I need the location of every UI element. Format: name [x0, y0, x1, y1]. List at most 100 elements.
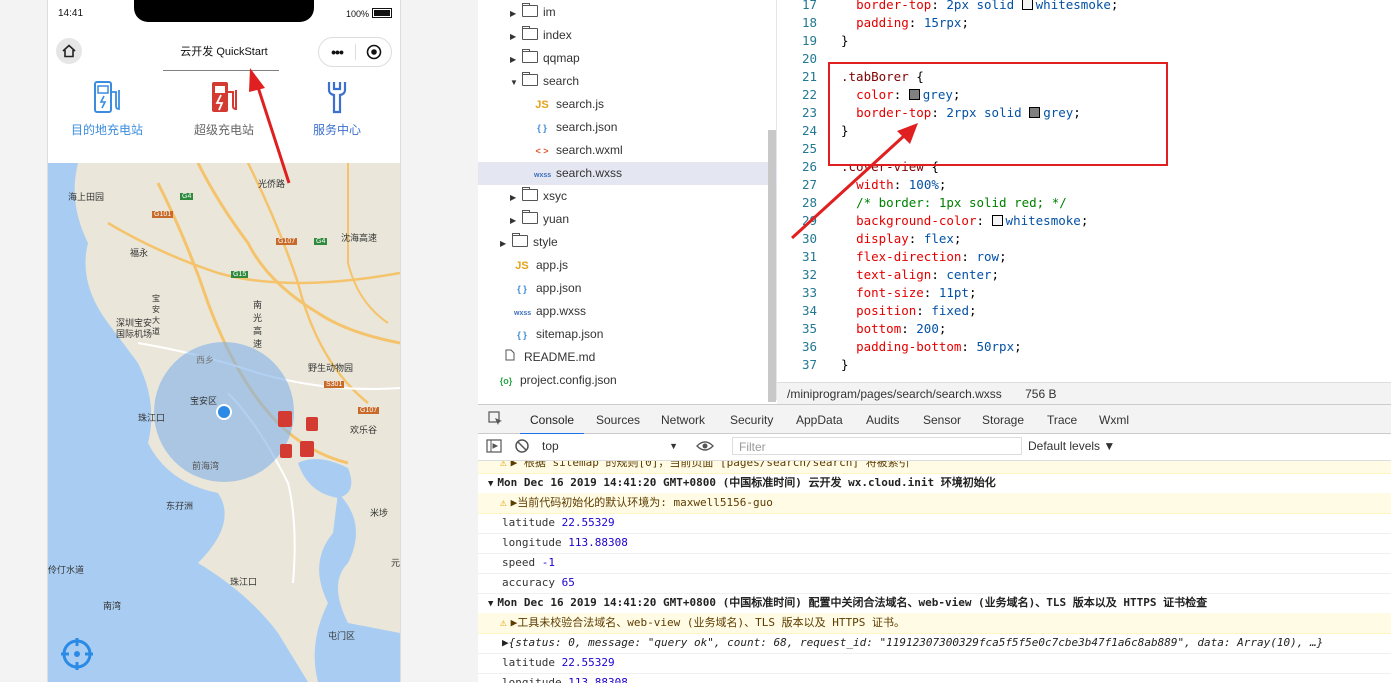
chevron-right-icon: ▶: [510, 55, 517, 64]
line-number: 30: [801, 231, 817, 246]
filter-input[interactable]: Filter: [732, 437, 1022, 455]
code-line[interactable]: 29 background-color: whitesmoke;: [777, 212, 1088, 230]
code-editor[interactable]: 17 border-top: 2px solid whitesmoke; 18 p…: [777, 0, 1391, 382]
line-number: 31: [801, 249, 817, 264]
tree-file-app-js[interactable]: JS app.js: [478, 254, 804, 277]
locate-button[interactable]: [60, 637, 94, 671]
console-log[interactable]: latitude 22.55329: [478, 513, 1391, 534]
file-tree: ▶ im ▶ index ▶ qqmap ▼ search JS search.js { …: [478, 0, 824, 400]
console-warning[interactable]: ⚠ ▶当前代码初始化的默认环境为: maxwell5156-guo: [478, 493, 1391, 514]
tree-label: im: [543, 5, 556, 19]
map-label: 伶仃水道: [48, 565, 85, 575]
tab-sources[interactable]: Sources: [596, 405, 640, 433]
console-log[interactable]: accuracy 65: [478, 573, 1391, 594]
tab-storage[interactable]: Storage: [982, 405, 1024, 433]
battery-status: 100%: [346, 8, 392, 19]
tree-folder-im[interactable]: ▶ im: [478, 1, 800, 24]
map-view[interactable]: 光侨路 海上田园 福永 沈海高速 南光高速 深圳宝安国际机场 西乡 野生动物园 …: [48, 163, 400, 682]
code-token: :: [893, 177, 909, 192]
console-warning[interactable]: ⚠ ▶工具未校验合法域名、web-view (业务域名)、TLS 版本以及 HTT…: [478, 613, 1391, 634]
console-log[interactable]: longitude 113.88308: [478, 533, 1391, 554]
log-key: speed: [502, 556, 536, 569]
tab-network[interactable]: Network: [661, 405, 705, 433]
console-group-header[interactable]: ▼ Mon Dec 16 2019 14:41:20 GMT+0800 (中国标准…: [478, 593, 1391, 614]
line-number: 25: [801, 141, 817, 156]
highway-shield: G4: [180, 193, 194, 200]
tree-label: search.json: [556, 120, 618, 134]
console-text: ▶当前代码初始化的默认环境为: maxwell5156-guo: [510, 496, 773, 509]
tree-file-readme[interactable]: README.md: [478, 346, 792, 369]
tab-trace[interactable]: Trace: [1047, 405, 1077, 433]
code-line[interactable]: 33 font-size: 11pt;: [777, 284, 977, 302]
line-number: 37: [801, 357, 817, 372]
tree-folder-xsyc[interactable]: ▶ xsyc: [478, 185, 800, 208]
code-token: ;: [1014, 339, 1022, 354]
tree-file-app-wxss[interactable]: wxss app.wxss: [478, 300, 804, 323]
console-text: ▶{status: 0, message: "query ok", count:…: [502, 636, 1324, 649]
console-output[interactable]: ⚠ ▶ 根据 sitemap 的规则[0]，当前页面 [pages/search/…: [478, 461, 1391, 683]
code-token: :: [908, 231, 924, 246]
tree-file-sitemap-json[interactable]: { } sitemap.json: [478, 323, 804, 346]
tab-audits[interactable]: Audits: [866, 405, 899, 433]
log-key: latitude: [502, 516, 555, 529]
wxml-file-icon: < >: [535, 146, 549, 156]
close-button[interactable]: [356, 44, 391, 60]
code-line[interactable]: 19}: [777, 32, 849, 50]
code-line[interactable]: 37}: [777, 356, 849, 374]
code-line[interactable]: 35 bottom: 200;: [777, 320, 946, 338]
console-group-header[interactable]: ▼ Mon Dec 16 2019 14:41:20 GMT+0800 (中国标准…: [478, 473, 1391, 494]
tree-file-search-js[interactable]: JS search.js: [478, 93, 824, 116]
code-token: 11pt: [938, 285, 969, 300]
code-token: /* border: 1px solid red; */: [856, 195, 1067, 210]
tree-file-project-config[interactable]: {o} project.config.json: [478, 369, 788, 392]
log-levels-dropdown[interactable]: Default levels ▼: [1028, 437, 1115, 455]
code-token: bottom: [856, 321, 902, 336]
more-button[interactable]: •••: [319, 44, 355, 60]
code-line[interactable]: 17 border-top: 2px solid whitesmoke;: [777, 0, 1118, 14]
code-line[interactable]: 30 display: flex;: [777, 230, 962, 248]
tab-service-center[interactable]: 服务中心: [282, 80, 392, 138]
tab-security[interactable]: Security: [730, 405, 773, 433]
code-line[interactable]: 34 position: fixed;: [777, 302, 977, 320]
eye-icon[interactable]: [696, 438, 714, 457]
tab-destination-charging[interactable]: 目的地充电站: [52, 80, 162, 138]
context-select[interactable]: top ▼: [542, 437, 682, 455]
tree-label: app.wxss: [536, 304, 587, 318]
console-object[interactable]: ▶{status: 0, message: "query ok", count:…: [478, 633, 1391, 654]
tab-sensor[interactable]: Sensor: [923, 405, 961, 433]
code-line[interactable]: 28 /* border: 1px solid red; */: [777, 194, 1067, 212]
tree-folder-search[interactable]: ▼ search: [478, 70, 800, 93]
console-text: ▶工具未校验合法域名、web-view (业务域名)、TLS 版本以及 HTTP…: [510, 616, 905, 629]
code-token: }: [841, 33, 849, 48]
line-number: 34: [801, 303, 817, 318]
tree-label: search.wxss: [556, 166, 623, 180]
code-line[interactable]: 18 padding: 15rpx;: [777, 14, 969, 32]
console-log[interactable]: speed -1: [478, 553, 1391, 574]
code-line[interactable]: 36 padding-bottom: 50rpx;: [777, 338, 1022, 356]
tab-appdata[interactable]: AppData: [796, 405, 843, 433]
map-label: 野生动物园: [308, 363, 354, 373]
tree-folder-yuan[interactable]: ▶ yuan: [478, 208, 800, 231]
code-line[interactable]: 32 text-align: center;: [777, 266, 999, 284]
map-label: 屯门区: [328, 631, 356, 641]
console-log[interactable]: latitude 22.55329: [478, 653, 1391, 674]
tree-file-app-json[interactable]: { } app.json: [478, 277, 804, 300]
tree-folder-qqmap[interactable]: ▶ qqmap: [478, 47, 800, 70]
status-time: 14:41: [58, 8, 84, 19]
tree-scrollbar[interactable]: [768, 130, 776, 402]
tab-console[interactable]: Console: [520, 405, 585, 435]
code-line[interactable]: 31 flex-direction: row;: [777, 248, 1007, 266]
inspect-icon[interactable]: [488, 405, 504, 433]
tree-folder-index[interactable]: ▶ index: [478, 24, 800, 47]
code-token: ;: [938, 177, 947, 192]
line-number: 23: [801, 105, 817, 120]
log-key: longitude: [502, 536, 562, 549]
tree-label: README.md: [524, 350, 596, 364]
tab-wxml[interactable]: Wxml: [1099, 405, 1129, 433]
sidebar-toggle-icon[interactable]: [486, 438, 502, 457]
tab-super-charging[interactable]: 超级充电站: [169, 80, 279, 138]
tree-folder-style[interactable]: ▶ style: [478, 231, 790, 254]
code-line[interactable]: 27 width: 100%;: [777, 176, 946, 194]
code-token: row: [976, 249, 1000, 264]
clear-console-icon[interactable]: [514, 438, 530, 457]
